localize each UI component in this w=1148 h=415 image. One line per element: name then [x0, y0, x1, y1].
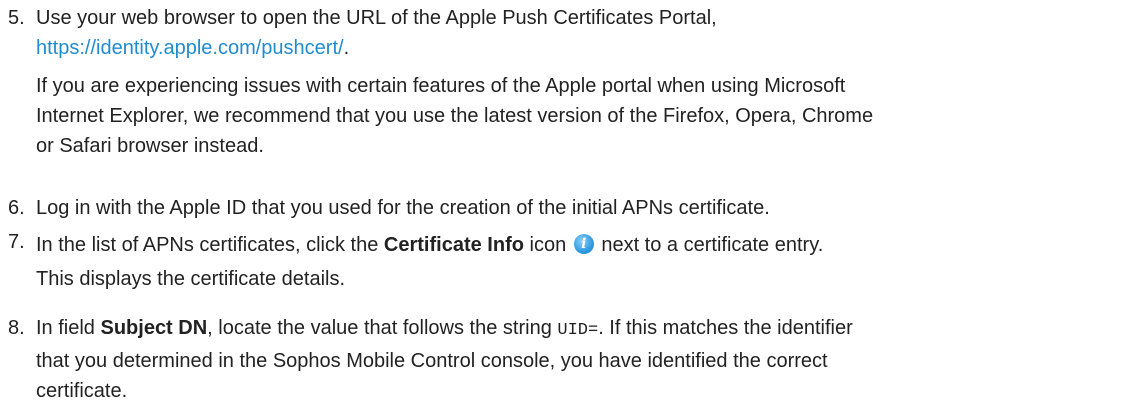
text-segment: In field: [36, 317, 101, 339]
instructions-page: 5. Use your web browser to open the URL …: [0, 0, 1148, 415]
pushcert-portal-link[interactable]: https://identity.apple.com/pushcert/: [36, 37, 344, 59]
step-text: In the list of APNs certificates, click …: [36, 230, 1141, 294]
step-7-line-1: In the list of APNs certificates, click …: [36, 230, 1141, 260]
step-7-result: This displays the certificate details.: [36, 268, 346, 290]
step-number: 5.: [8, 7, 25, 29]
step-number: 8.: [8, 317, 25, 339]
subject-dn-label: Subject DN: [100, 317, 208, 339]
step-text: Log in with the Apple ID that you used f…: [36, 193, 1141, 223]
step-text: In field Subject DN, locate the value th…: [36, 313, 1141, 406]
step-8-line-3: certificate.: [36, 380, 128, 402]
info-icon: [573, 234, 594, 254]
certificate-info-label: Certificate Info: [383, 234, 524, 256]
step-6-line-1: Log in with the Apple ID that you used f…: [36, 197, 770, 219]
note-line-3: or Safari browser instead.: [36, 135, 264, 157]
note-line-2: Internet Explorer, we recommend that you…: [36, 105, 874, 127]
step-5-line-2: https://identity.apple.com/pushcert/.: [36, 33, 1141, 63]
link-suffix: .: [343, 37, 350, 59]
step-8-line-2: that you determined in the Sophos Mobile…: [36, 350, 828, 372]
step-8-line-1: In field Subject DN, locate the value th…: [36, 313, 1141, 346]
uid-code: UID=: [557, 321, 599, 340]
step-number: 7.: [8, 231, 25, 253]
text-segment: , locate the value that follows the stri…: [207, 317, 558, 339]
step-text: Use your web browser to open the URL of …: [36, 3, 1141, 161]
step-number: 6.: [8, 197, 25, 219]
text-segment: icon: [523, 234, 572, 256]
note-line-1: If you are experiencing issues with cert…: [36, 75, 846, 97]
step-5-line-1: Use your web browser to open the URL of …: [36, 7, 717, 29]
text-segment: In the list of APNs certificates, click …: [36, 234, 384, 256]
text-segment: . If this matches the identifier: [598, 317, 853, 339]
text-segment: next to a certificate entry.: [595, 234, 824, 256]
